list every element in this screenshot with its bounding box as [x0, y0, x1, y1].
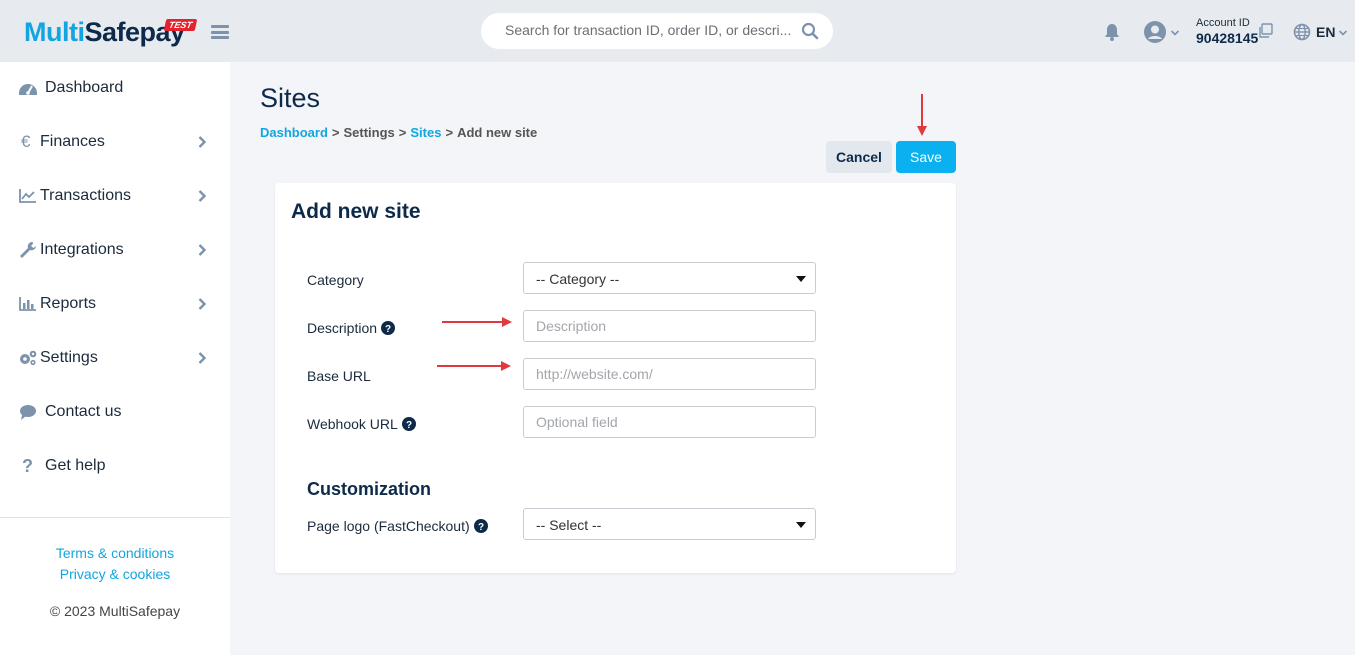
hamburger-menu-icon[interactable]: [211, 25, 229, 39]
sidebar-item-label: Get help: [45, 457, 106, 474]
chevron-right-icon: [198, 190, 207, 202]
chevron-right-icon: [198, 298, 207, 310]
euro-icon: €: [21, 132, 31, 151]
cancel-button[interactable]: Cancel: [826, 141, 892, 173]
privacy-link[interactable]: Privacy & cookies: [0, 566, 230, 582]
sidebar-item-help[interactable]: ? Get help: [0, 446, 230, 486]
help-icon[interactable]: ?: [473, 519, 488, 533]
webhook-label-row: Webhook URL?: [307, 416, 416, 432]
sidebar-item-finances[interactable]: € Finances: [0, 122, 230, 162]
sidebar: Dashboard € Finances Transactions Integr…: [0, 62, 230, 655]
sidebar-item-settings[interactable]: Settings: [0, 338, 230, 378]
logo-part-1: Multi: [24, 17, 85, 47]
dashboard-icon: [19, 84, 37, 95]
page-logo-select[interactable]: -- Select --: [523, 508, 816, 540]
globe-icon[interactable]: [1293, 23, 1311, 41]
sidebar-divider: [0, 517, 230, 518]
add-site-form-card: Add new site Category -- Category -- Des…: [275, 183, 956, 573]
description-label-row: Description?: [307, 320, 396, 336]
sidebar-item-label: Contact us: [45, 403, 122, 420]
search-bar: [481, 13, 833, 49]
svg-text:?: ?: [406, 420, 412, 431]
page-logo-label: Page logo (FastCheckout): [307, 518, 470, 534]
caret-down-icon: [796, 276, 806, 282]
chevron-down-icon[interactable]: [1170, 28, 1180, 38]
question-icon: ?: [22, 456, 33, 476]
wrench-icon: [20, 242, 36, 258]
chevron-right-icon: [198, 352, 207, 364]
webhook-url-label: Webhook URL: [307, 416, 398, 432]
account-id-value: 90428145: [1196, 30, 1259, 46]
sidebar-item-reports[interactable]: Reports: [0, 284, 230, 324]
page-title: Sites: [260, 83, 321, 113]
sidebar-item-label: Integrations: [40, 241, 124, 258]
help-icon[interactable]: ?: [381, 321, 396, 335]
annotation-arrow-right: [437, 361, 511, 371]
user-avatar-icon[interactable]: [1143, 20, 1167, 44]
sidebar-item-dashboard[interactable]: Dashboard: [0, 68, 230, 108]
gears-icon: [20, 350, 37, 366]
form-title: Add new site: [291, 200, 421, 223]
annotation-arrow-right: [442, 317, 512, 327]
breadcrumb-settings: Settings: [343, 125, 395, 140]
description-input[interactable]: [523, 310, 816, 342]
sidebar-item-label: Reports: [40, 295, 97, 312]
breadcrumb-sites[interactable]: Sites: [410, 125, 441, 140]
sidebar-item-transactions[interactable]: Transactions: [0, 176, 230, 216]
base-url-label: Base URL: [307, 368, 371, 384]
copy-icon[interactable]: [1258, 23, 1273, 38]
caret-down-icon: [796, 522, 806, 528]
test-badge: TEST: [163, 19, 198, 31]
page-logo-select-value: -- Select --: [536, 517, 602, 533]
chevron-right-icon: [198, 136, 207, 148]
help-icon[interactable]: ?: [401, 417, 416, 431]
account-id-label: Account ID: [1196, 17, 1250, 29]
copyright: © 2023 MultiSafepay: [49, 603, 181, 619]
breadcrumb-separator: >: [398, 125, 407, 140]
category-select[interactable]: -- Category --: [523, 262, 816, 294]
language-selector[interactable]: EN: [1316, 24, 1335, 40]
chevron-right-icon: [198, 244, 207, 256]
sidebar-item-label: Transactions: [40, 187, 131, 204]
chat-icon: [20, 405, 36, 420]
breadcrumb-dashboard[interactable]: Dashboard: [260, 125, 328, 140]
base-url-input[interactable]: [523, 358, 816, 390]
sidebar-item-label: Finances: [40, 133, 105, 150]
description-label: Description: [307, 320, 378, 336]
breadcrumb-separator: >: [331, 125, 340, 140]
sidebar-item-label: Dashboard: [45, 79, 124, 96]
chart-line-icon: [19, 189, 36, 203]
breadcrumb: Dashboard > Settings > Sites > Add new site: [260, 125, 537, 140]
annotation-arrow-down: [917, 94, 927, 136]
terms-link[interactable]: Terms & conditions: [0, 545, 230, 561]
category-label: Category: [307, 272, 364, 288]
search-icon[interactable]: [801, 22, 819, 40]
page-logo-label-row: Page logo (FastCheckout)?: [307, 518, 488, 534]
save-button[interactable]: Save: [896, 141, 956, 173]
breadcrumb-separator: >: [445, 125, 454, 140]
sidebar-item-contact[interactable]: Contact us: [0, 392, 230, 432]
breadcrumb-current: Add new site: [457, 125, 538, 140]
bar-chart-icon: [19, 297, 36, 311]
sidebar-item-label: Settings: [40, 349, 98, 366]
search-input[interactable]: [505, 22, 793, 38]
svg-text:?: ?: [385, 324, 391, 335]
category-select-value: -- Category --: [536, 271, 620, 287]
logo[interactable]: MultiSafepay: [24, 16, 185, 48]
account-info: Account ID 90428145: [1196, 17, 1258, 46]
webhook-url-input[interactable]: [523, 406, 816, 438]
top-bar: MultiSafepay TEST Account ID 90428145 EN: [0, 0, 1355, 62]
bell-icon[interactable]: [1102, 22, 1122, 42]
sidebar-item-integrations[interactable]: Integrations: [0, 230, 230, 270]
chevron-down-icon[interactable]: [1338, 28, 1348, 38]
svg-text:?: ?: [478, 522, 484, 533]
customization-title: Customization: [307, 479, 431, 499]
